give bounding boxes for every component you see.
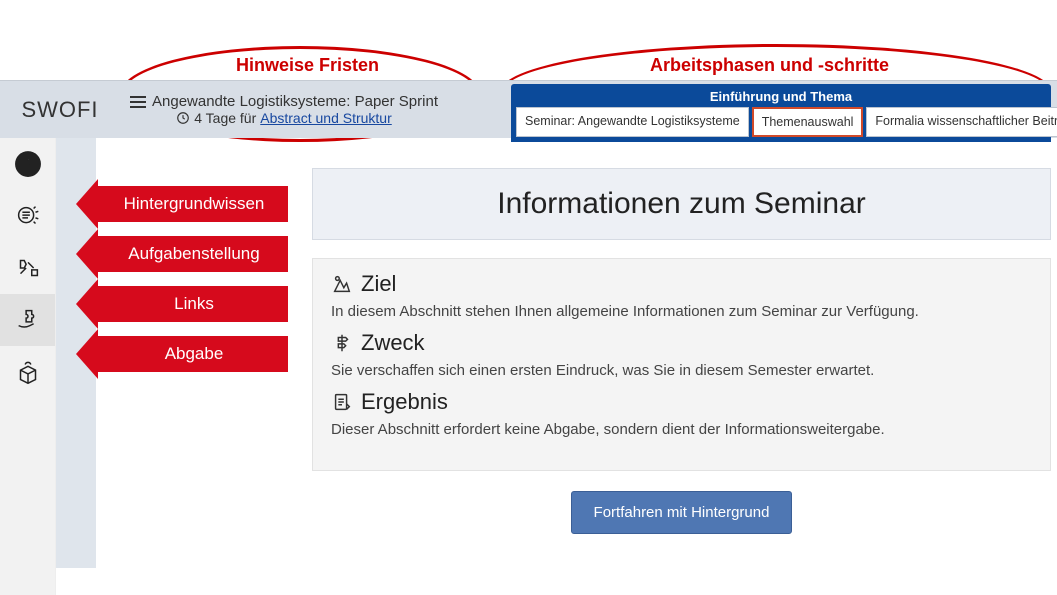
course-title: Angewandte Logistiksysteme: Paper Sprint [152, 93, 438, 110]
section-body: Sie verschaffen sich einen ersten Eindru… [331, 362, 1032, 379]
svg-text:i: i [25, 155, 30, 174]
info-icon: i [13, 149, 43, 179]
sidebar-package[interactable] [0, 346, 55, 398]
tools-icon [13, 253, 43, 283]
arrow-hintergrund: Hintergrundwissen [98, 186, 288, 222]
annotation-right: Arbeitsphasen und -schritte [650, 55, 889, 76]
deadline-link[interactable]: Abstract und Struktur [260, 110, 392, 126]
icon-sidebar: i [0, 138, 56, 595]
deadline-prefix: 4 Tage für [194, 110, 256, 126]
arrow-aufgabe: Aufgabenstellung [98, 236, 288, 272]
section-ergebnis: Ergebnis Dieser Abschnitt erfordert kein… [331, 389, 1032, 438]
phase-tab-seminar[interactable]: Seminar: Angewandte Logistiksysteme [516, 107, 749, 137]
menu-icon[interactable] [130, 96, 146, 108]
arrow-links: Links [98, 286, 288, 322]
sidebar-puzzle[interactable] [0, 294, 55, 346]
section-zweck: Zweck Sie verschaffen sich einen ersten … [331, 330, 1032, 379]
puzzle-hand-icon [13, 305, 43, 335]
arrow-stack: Hintergrundwissen Aufgabenstellung Links… [98, 186, 288, 386]
section-ziel: Ziel In diesem Abschnitt stehen Ihnen al… [331, 271, 1032, 320]
sidebar-tools[interactable] [0, 242, 55, 294]
sidebar-info[interactable]: i [0, 138, 55, 190]
phase-tab-formalia[interactable]: Formalia wissenschaftlicher Beitrag [866, 107, 1057, 137]
package-icon [13, 357, 43, 387]
clock-icon [176, 111, 190, 125]
content-card: Ziel In diesem Abschnitt stehen Ihnen al… [312, 258, 1051, 471]
section-body: Dieser Abschnitt erfordert keine Abgabe,… [331, 421, 1032, 438]
annotation-left: Hinweise Fristen [236, 55, 379, 76]
phase-tab-themenauswahl[interactable]: Themenauswahl [752, 107, 864, 137]
result-icon [331, 391, 353, 413]
section-heading: Zweck [361, 330, 425, 356]
course-block: Angewandte Logistiksysteme: Paper Sprint… [120, 89, 448, 130]
arrow-abgabe: Abgabe [98, 336, 288, 372]
brain-icon [13, 201, 43, 231]
phases-panel: Einführung und Thema Seminar: Angewandte… [511, 84, 1051, 142]
main-content: Informationen zum Seminar Ziel In diesem… [312, 168, 1051, 534]
section-body: In diesem Abschnitt stehen Ihnen allgeme… [331, 303, 1032, 320]
sidebar-brain[interactable] [0, 190, 55, 242]
section-heading: Ergebnis [361, 389, 448, 415]
continue-button[interactable]: Fortfahren mit Hintergrund [571, 491, 793, 534]
brand-label: SWOFI [0, 97, 120, 123]
target-icon [331, 273, 353, 295]
phases-header: Einführung und Thema [516, 88, 1046, 107]
section-heading: Ziel [361, 271, 396, 297]
signpost-icon [331, 332, 353, 354]
page-title: Informationen zum Seminar [312, 168, 1051, 240]
